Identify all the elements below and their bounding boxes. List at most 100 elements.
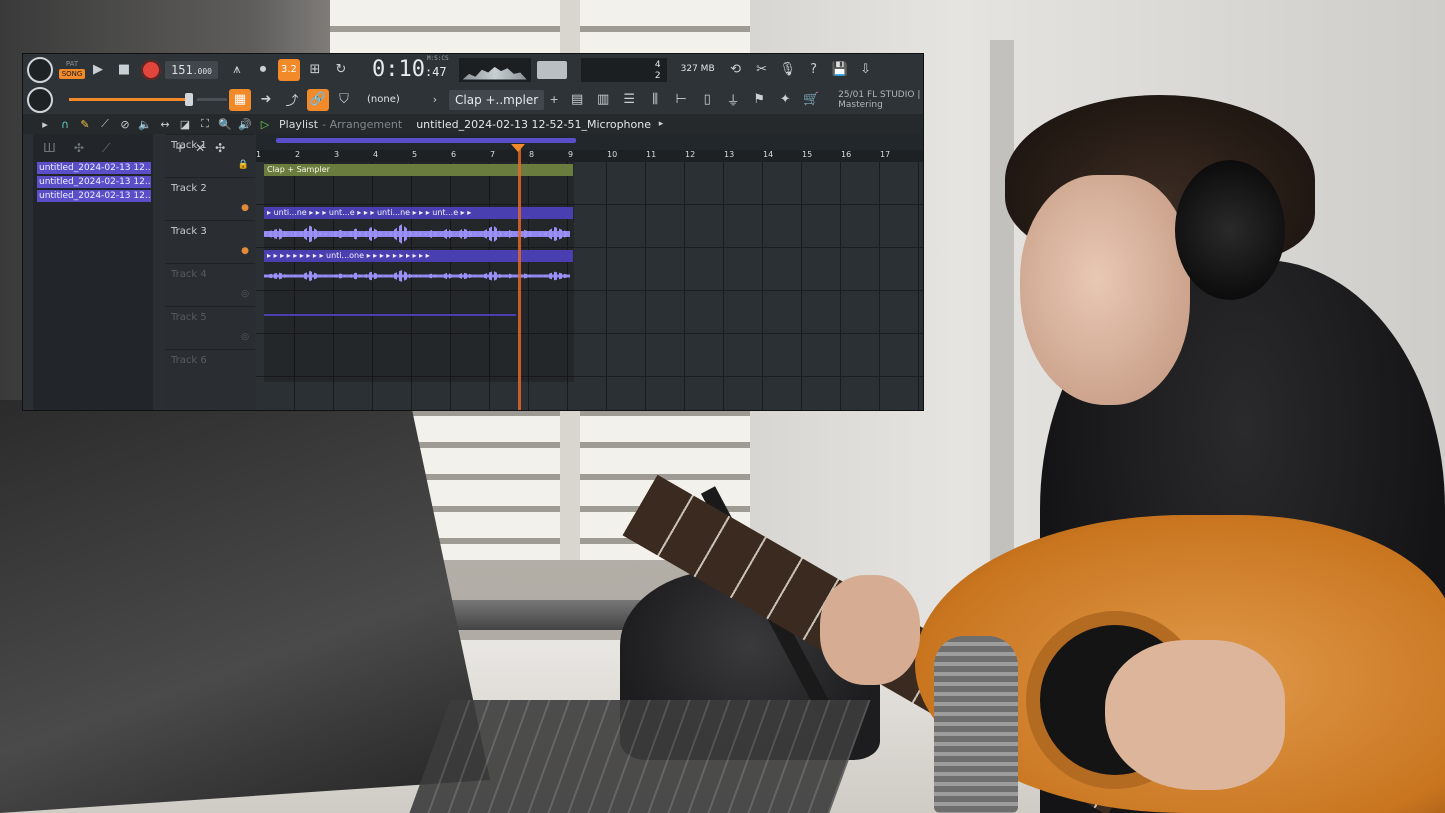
track-header[interactable]: Track 5 ◎ — [165, 306, 255, 350]
pat-song-toggle[interactable]: PAT SONG — [59, 59, 85, 81]
chevron-right-icon[interactable]: › — [427, 92, 443, 108]
pitch-knob[interactable] — [27, 86, 53, 113]
stop-icon[interactable]: ■ — [113, 59, 135, 81]
magnet-icon[interactable]: ∩ — [57, 116, 73, 132]
track-record-icon[interactable]: ● — [241, 246, 249, 256]
tempo-display[interactable]: 151.000 — [165, 60, 218, 79]
plugin-icon[interactable]: ⏚ — [722, 89, 744, 111]
channel-selector[interactable]: Clap +..mpler — [449, 89, 545, 110]
lock-icon[interactable]: 🔒 — [238, 160, 249, 170]
audio-picker-icon[interactable]: ✣ — [74, 141, 84, 155]
right-hand — [1105, 640, 1285, 790]
pencil-curve-icon[interactable]: ⤴ — [281, 89, 303, 111]
poly-value: 2 — [654, 70, 661, 81]
mixer-icon[interactable]: ☰ — [618, 89, 640, 111]
pat-label: PAT — [65, 59, 79, 68]
playlist-header: ▸ ∩ ✎ ⟋ ⊘ 🔈 ↔ ◪ ⛶ 🔍 🔊 ▷ Playlist - Arran… — [23, 114, 923, 134]
picker-item[interactable]: untitled_2024-02-13 12... — [37, 190, 151, 202]
help-icon[interactable]: ? — [803, 59, 825, 81]
countdown-button[interactable]: 3.2 — [277, 58, 300, 81]
time-sub: :47 — [424, 65, 447, 79]
playlist-mode-label: Arrangement — [329, 117, 403, 131]
playlist-view-icon[interactable]: ▦ — [229, 88, 251, 111]
audio-clip-header[interactable]: ▸ unti...ne ▸ ▸ ▸ unt...e ▸ ▸ ▸ unti...n… — [264, 207, 573, 219]
slip-icon[interactable]: ↔ — [157, 116, 173, 132]
master-volume-knob[interactable] — [27, 56, 53, 83]
track-header[interactable]: Track 1 🔒 — [165, 134, 255, 178]
audio-waveform[interactable] — [264, 267, 570, 285]
playhead[interactable] — [518, 146, 521, 410]
record-button[interactable] — [141, 59, 161, 80]
timeline-ruler[interactable]: 1 2 3 4 5 6 7 8 9 10 11 12 13 14 15 16 1… — [256, 150, 923, 162]
track-header[interactable]: Track 6 — [165, 349, 255, 393]
cut-icon[interactable]: ✂ — [751, 59, 773, 81]
track-header[interactable]: Track 3 ● — [165, 220, 255, 264]
track-mute-icon[interactable]: ◎ — [241, 332, 249, 342]
track-header[interactable]: Track 2 ● — [165, 177, 255, 221]
picker-item[interactable]: untitled_2024-02-13 12... — [37, 176, 151, 188]
ruler-bar: 8 — [529, 150, 535, 159]
pattern-clip[interactable]: Clap + Sampler — [264, 164, 573, 176]
save-icon[interactable]: 💾 — [829, 59, 851, 81]
document-icon[interactable]: ▯ — [696, 89, 718, 111]
pattern-selector[interactable]: (none) — [367, 94, 425, 105]
wand-icon[interactable]: ✦ — [774, 89, 796, 111]
picker-item[interactable]: untitled_2024-02-13 12... — [37, 162, 151, 174]
automation-line[interactable] — [264, 314, 516, 316]
metronome-icon[interactable]: ⩚ — [226, 59, 248, 81]
playlist-grid[interactable]: 1 2 3 4 5 6 7 8 9 10 11 12 13 14 15 16 1… — [256, 134, 923, 410]
channel-selector-label: Clap +..mpler — [455, 92, 539, 107]
version-line1: 25/01 FL STUDIO | — [838, 89, 921, 100]
step-edit-icon[interactable]: ⊞ — [304, 59, 326, 81]
mute-icon[interactable]: 🔈 — [137, 116, 153, 132]
pattern-picker-icon[interactable]: Ш — [43, 141, 56, 155]
delete-icon[interactable]: ⊘ — [117, 116, 133, 132]
browser-tree-icon[interactable]: ⊢ — [670, 89, 692, 111]
brush-icon[interactable]: ⟋ — [97, 116, 113, 132]
cpu-value: 4 — [654, 59, 661, 70]
hint-panel-button[interactable] — [536, 60, 567, 79]
speaker-icon[interactable]: 🔊 — [237, 116, 253, 132]
loop-record-icon[interactable]: ↻ — [330, 59, 352, 81]
select-icon[interactable]: ⛶ — [197, 116, 213, 132]
pencil-icon[interactable]: ✎ — [77, 116, 93, 132]
play-green-icon[interactable]: ▷ — [257, 116, 273, 132]
track-mute-icon[interactable]: ◎ — [241, 289, 249, 299]
ruler-bar: 15 — [802, 150, 813, 159]
automation-picker-icon[interactable]: ⟋ — [102, 141, 110, 156]
track-name: Track 2 — [171, 183, 207, 194]
audio-waveform[interactable] — [264, 220, 570, 248]
audio-clip-header[interactable]: ▸ ▸ ▸ ▸ ▸ ▸ ▸ ▸ ▸ unti...one ▸ ▸ ▸ ▸ ▸ ▸… — [264, 250, 573, 262]
export-icon[interactable]: ⇩ — [855, 59, 877, 81]
ruler-bar: 9 — [568, 150, 574, 159]
headphones — [1175, 160, 1285, 300]
person-face — [1020, 175, 1190, 405]
piano-roll-icon[interactable]: ▤ — [566, 89, 588, 111]
play-icon[interactable]: ▶ — [87, 59, 109, 81]
master-pitch-slider[interactable] — [69, 93, 193, 106]
undo-history-icon[interactable]: ⟲ — [725, 59, 747, 81]
pattern-chevron-icon[interactable]: ▸ — [653, 116, 669, 132]
microphone-icon[interactable]: 🎙 — [777, 59, 799, 81]
pattern-name[interactable]: untitled_2024-02-13 12-52-51_Microphone — [416, 118, 651, 131]
tempo-tapper-icon[interactable]: ⚑ — [748, 89, 770, 111]
time-display[interactable]: 0:10:47 M:S:CS — [371, 55, 449, 82]
channel-rack-icon[interactable]: ▥ — [592, 89, 614, 111]
wait-input-icon[interactable]: ⏺ — [252, 59, 274, 81]
slice-icon[interactable]: ◪ — [177, 116, 193, 132]
collapse-arrow-icon[interactable]: ▸ — [37, 116, 53, 132]
track-header[interactable]: Track 4 ◎ — [165, 263, 255, 307]
memory-display: 327 MB — [675, 64, 715, 75]
add-icon[interactable]: + — [546, 92, 562, 108]
equalizer-icon[interactable]: ⫼ — [644, 89, 666, 111]
ruler-bar: 6 — [451, 150, 457, 159]
zoom-icon[interactable]: 🔍 — [217, 116, 233, 132]
cart-icon[interactable]: 🛒 — [800, 89, 822, 111]
horizontal-scrollbar[interactable] — [276, 138, 576, 143]
track-record-icon[interactable]: ● — [241, 203, 249, 213]
link-icon[interactable]: 🔗 — [307, 88, 329, 111]
stamp-icon[interactable]: ⛉ — [333, 89, 355, 111]
time-main: 0:10 — [371, 57, 425, 82]
arrow-right-icon[interactable]: ➜ — [255, 89, 277, 111]
playhead-marker-icon[interactable] — [511, 144, 525, 152]
